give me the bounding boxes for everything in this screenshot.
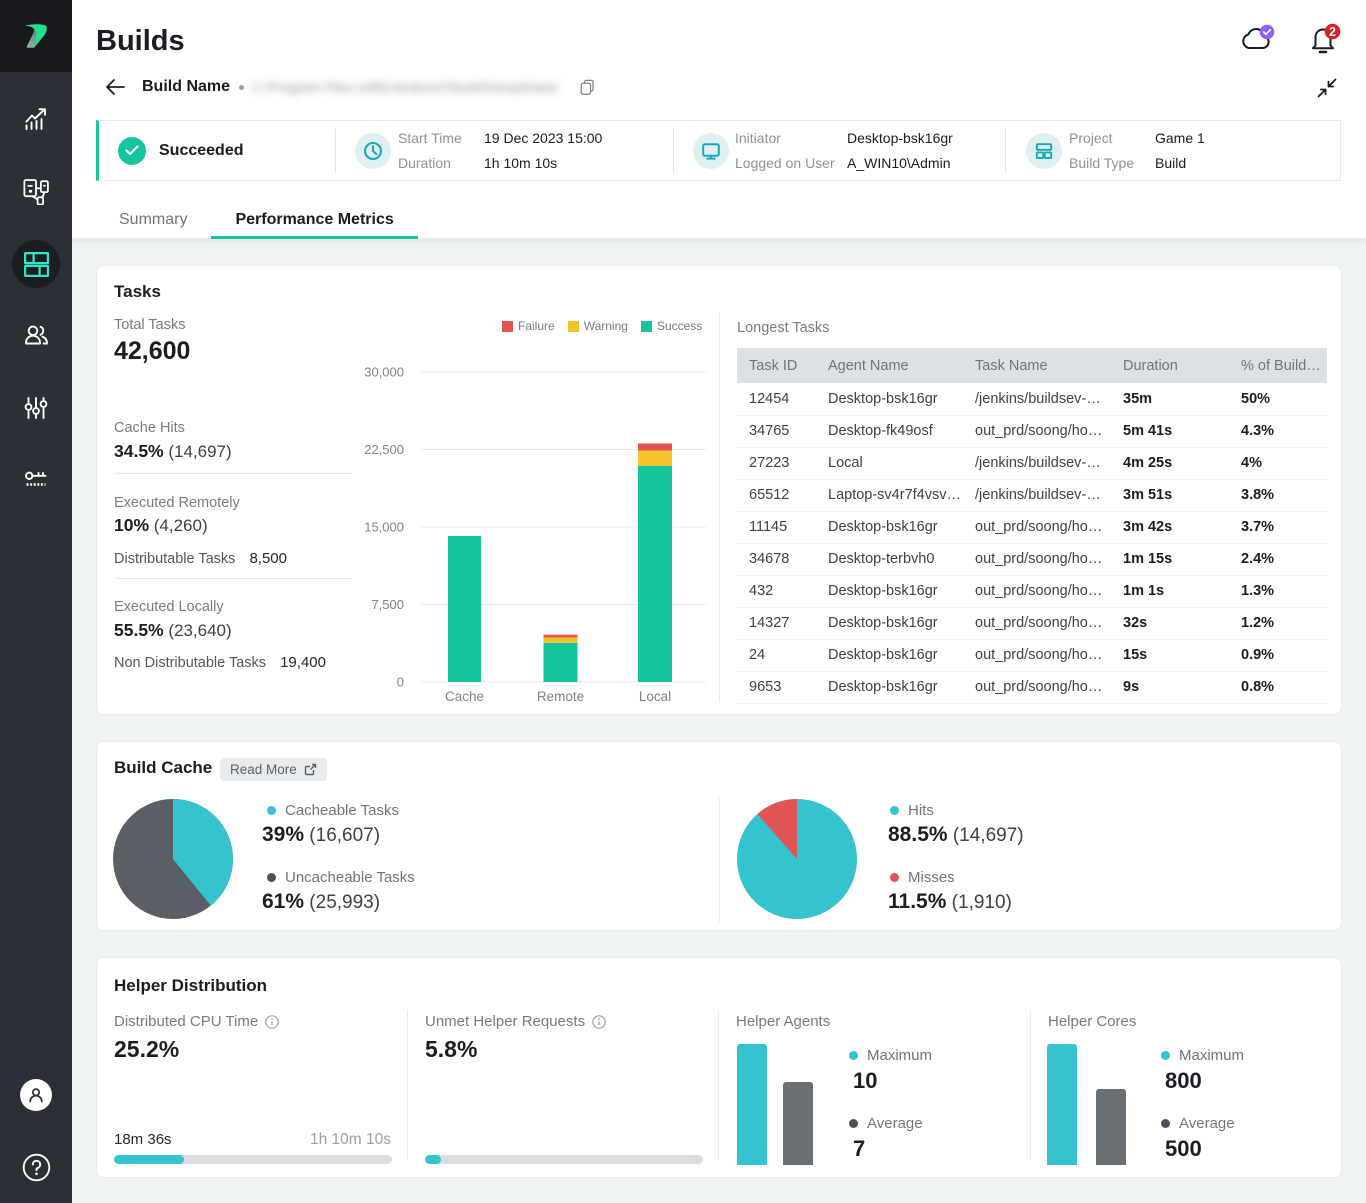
svg-text:0: 0 <box>397 675 404 690</box>
svg-text:15,000: 15,000 <box>364 520 404 535</box>
svg-text:30,000: 30,000 <box>364 365 404 380</box>
svg-text:Cache: Cache <box>445 689 484 704</box>
svg-text:Local: Local <box>639 689 671 704</box>
svg-text:2: 2 <box>1329 25 1336 39</box>
svg-text:7,500: 7,500 <box>371 597 404 612</box>
svg-text:22,500: 22,500 <box>364 442 404 457</box>
svg-text:Remote: Remote <box>537 689 584 704</box>
